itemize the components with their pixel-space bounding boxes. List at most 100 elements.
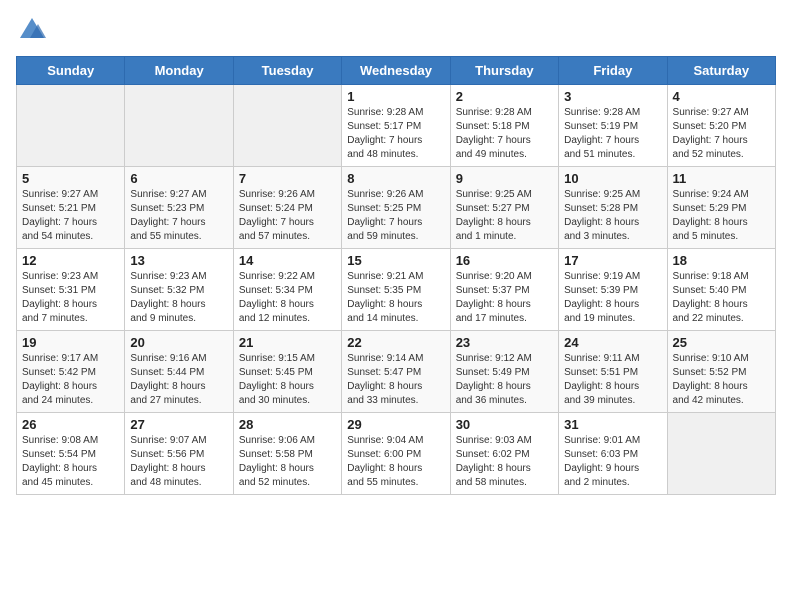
calendar-cell: 4 Sunrise: 9:27 AM Sunset: 5:20 PM Daylig… — [667, 85, 775, 167]
weekday-header-friday: Friday — [559, 57, 667, 85]
day-number: 11 — [673, 171, 770, 186]
calendar-table: SundayMondayTuesdayWednesdayThursdayFrid… — [16, 56, 776, 495]
weekday-header-thursday: Thursday — [450, 57, 558, 85]
day-info: Sunrise: 9:25 AM Sunset: 5:28 PM Dayligh… — [564, 188, 661, 244]
day-info: Sunrise: 9:28 AM Sunset: 5:17 PM Dayligh… — [347, 106, 444, 162]
day-info: Sunrise: 9:26 AM Sunset: 5:24 PM Dayligh… — [239, 188, 336, 244]
day-info: Sunrise: 9:24 AM Sunset: 5:29 PM Dayligh… — [673, 188, 770, 244]
day-number: 9 — [456, 171, 553, 186]
weekday-header-saturday: Saturday — [667, 57, 775, 85]
calendar-cell: 12 Sunrise: 9:23 AM Sunset: 5:31 PM Dayli… — [17, 249, 125, 331]
day-number: 25 — [673, 335, 770, 350]
calendar-cell: 13 Sunrise: 9:23 AM Sunset: 5:32 PM Dayli… — [125, 249, 233, 331]
day-info: Sunrise: 9:27 AM Sunset: 5:20 PM Dayligh… — [673, 106, 770, 162]
day-number: 21 — [239, 335, 336, 350]
calendar-cell: 20 Sunrise: 9:16 AM Sunset: 5:44 PM Dayli… — [125, 331, 233, 413]
calendar-cell: 3 Sunrise: 9:28 AM Sunset: 5:19 PM Daylig… — [559, 85, 667, 167]
calendar-cell: 18 Sunrise: 9:18 AM Sunset: 5:40 PM Dayli… — [667, 249, 775, 331]
day-number: 27 — [130, 417, 227, 432]
day-number: 26 — [22, 417, 119, 432]
day-number: 19 — [22, 335, 119, 350]
calendar-cell — [667, 413, 775, 495]
calendar-cell: 17Sunrise: 9:19 AM Sunset: 5:39 PM Dayli… — [559, 249, 667, 331]
day-info: Sunrise: 9:22 AM Sunset: 5:34 PM Dayligh… — [239, 270, 336, 326]
calendar-cell — [233, 85, 341, 167]
page-header — [16, 16, 776, 44]
calendar-week-row: 5 Sunrise: 9:27 AM Sunset: 5:21 PM Daylig… — [17, 167, 776, 249]
day-info: Sunrise: 9:28 AM Sunset: 5:18 PM Dayligh… — [456, 106, 553, 162]
day-number: 3 — [564, 89, 661, 104]
calendar-cell: 24 Sunrise: 9:11 AM Sunset: 5:51 PM Dayli… — [559, 331, 667, 413]
day-info: Sunrise: 9:18 AM Sunset: 5:40 PM Dayligh… — [673, 270, 770, 326]
day-number: 7 — [239, 171, 336, 186]
calendar-week-row: 1 Sunrise: 9:28 AM Sunset: 5:17 PM Daylig… — [17, 85, 776, 167]
calendar-cell: 22Sunrise: 9:14 AM Sunset: 5:47 PM Dayli… — [342, 331, 450, 413]
calendar-week-row: 19Sunrise: 9:17 AM Sunset: 5:42 PM Dayli… — [17, 331, 776, 413]
day-number: 2 — [456, 89, 553, 104]
day-info: Sunrise: 9:16 AM Sunset: 5:44 PM Dayligh… — [130, 352, 227, 408]
day-number: 1 — [347, 89, 444, 104]
day-number: 22 — [347, 335, 444, 350]
day-number: 16 — [456, 253, 553, 268]
calendar-cell: 16 Sunrise: 9:20 AM Sunset: 5:37 PM Dayli… — [450, 249, 558, 331]
day-info: Sunrise: 9:23 AM Sunset: 5:32 PM Dayligh… — [130, 270, 227, 326]
calendar-cell: 8Sunrise: 9:26 AM Sunset: 5:25 PM Daylig… — [342, 167, 450, 249]
logo-icon — [18, 16, 46, 44]
day-info: Sunrise: 9:21 AM Sunset: 5:35 PM Dayligh… — [347, 270, 444, 326]
calendar-cell: 5 Sunrise: 9:27 AM Sunset: 5:21 PM Daylig… — [17, 167, 125, 249]
day-number: 5 — [22, 171, 119, 186]
day-number: 13 — [130, 253, 227, 268]
day-info: Sunrise: 9:03 AM Sunset: 6:02 PM Dayligh… — [456, 434, 553, 490]
calendar-cell: 14 Sunrise: 9:22 AM Sunset: 5:34 PM Dayli… — [233, 249, 341, 331]
day-number: 14 — [239, 253, 336, 268]
day-info: Sunrise: 9:01 AM Sunset: 6:03 PM Dayligh… — [564, 434, 661, 490]
calendar-cell: 29Sunrise: 9:04 AM Sunset: 6:00 PM Dayli… — [342, 413, 450, 495]
calendar-week-row: 12 Sunrise: 9:23 AM Sunset: 5:31 PM Dayli… — [17, 249, 776, 331]
weekday-header-sunday: Sunday — [17, 57, 125, 85]
calendar-cell: 21 Sunrise: 9:15 AM Sunset: 5:45 PM Dayli… — [233, 331, 341, 413]
day-number: 28 — [239, 417, 336, 432]
day-info: Sunrise: 9:25 AM Sunset: 5:27 PM Dayligh… — [456, 188, 553, 244]
calendar-cell: 9 Sunrise: 9:25 AM Sunset: 5:27 PM Daylig… — [450, 167, 558, 249]
calendar-cell — [17, 85, 125, 167]
calendar-cell: 31Sunrise: 9:01 AM Sunset: 6:03 PM Dayli… — [559, 413, 667, 495]
calendar-cell: 28 Sunrise: 9:06 AM Sunset: 5:58 PM Dayli… — [233, 413, 341, 495]
calendar-cell: 6Sunrise: 9:27 AM Sunset: 5:23 PM Daylig… — [125, 167, 233, 249]
day-number: 6 — [130, 171, 227, 186]
calendar-cell: 26 Sunrise: 9:08 AM Sunset: 5:54 PM Dayli… — [17, 413, 125, 495]
day-number: 10 — [564, 171, 661, 186]
day-number: 20 — [130, 335, 227, 350]
calendar-cell: 11 Sunrise: 9:24 AM Sunset: 5:29 PM Dayli… — [667, 167, 775, 249]
weekday-header-monday: Monday — [125, 57, 233, 85]
day-info: Sunrise: 9:10 AM Sunset: 5:52 PM Dayligh… — [673, 352, 770, 408]
day-number: 23 — [456, 335, 553, 350]
day-number: 24 — [564, 335, 661, 350]
day-number: 15 — [347, 253, 444, 268]
day-info: Sunrise: 9:23 AM Sunset: 5:31 PM Dayligh… — [22, 270, 119, 326]
calendar-cell — [125, 85, 233, 167]
day-number: 18 — [673, 253, 770, 268]
calendar-cell: 2 Sunrise: 9:28 AM Sunset: 5:18 PM Daylig… — [450, 85, 558, 167]
day-info: Sunrise: 9:20 AM Sunset: 5:37 PM Dayligh… — [456, 270, 553, 326]
day-number: 4 — [673, 89, 770, 104]
calendar-cell: 30 Sunrise: 9:03 AM Sunset: 6:02 PM Dayli… — [450, 413, 558, 495]
day-info: Sunrise: 9:12 AM Sunset: 5:49 PM Dayligh… — [456, 352, 553, 408]
day-info: Sunrise: 9:28 AM Sunset: 5:19 PM Dayligh… — [564, 106, 661, 162]
calendar-cell: 19Sunrise: 9:17 AM Sunset: 5:42 PM Dayli… — [17, 331, 125, 413]
day-info: Sunrise: 9:06 AM Sunset: 5:58 PM Dayligh… — [239, 434, 336, 490]
calendar-cell: 25 Sunrise: 9:10 AM Sunset: 5:52 PM Dayli… — [667, 331, 775, 413]
day-number: 30 — [456, 417, 553, 432]
day-info: Sunrise: 9:15 AM Sunset: 5:45 PM Dayligh… — [239, 352, 336, 408]
calendar-cell: 15 Sunrise: 9:21 AM Sunset: 5:35 PM Dayli… — [342, 249, 450, 331]
day-info: Sunrise: 9:08 AM Sunset: 5:54 PM Dayligh… — [22, 434, 119, 490]
weekday-header-tuesday: Tuesday — [233, 57, 341, 85]
day-info: Sunrise: 9:07 AM Sunset: 5:56 PM Dayligh… — [130, 434, 227, 490]
logo — [16, 16, 46, 44]
calendar-cell: 10 Sunrise: 9:25 AM Sunset: 5:28 PM Dayli… — [559, 167, 667, 249]
calendar-week-row: 26 Sunrise: 9:08 AM Sunset: 5:54 PM Dayli… — [17, 413, 776, 495]
weekday-header-wednesday: Wednesday — [342, 57, 450, 85]
day-number: 8 — [347, 171, 444, 186]
day-info: Sunrise: 9:11 AM Sunset: 5:51 PM Dayligh… — [564, 352, 661, 408]
day-info: Sunrise: 9:27 AM Sunset: 5:21 PM Dayligh… — [22, 188, 119, 244]
day-number: 12 — [22, 253, 119, 268]
